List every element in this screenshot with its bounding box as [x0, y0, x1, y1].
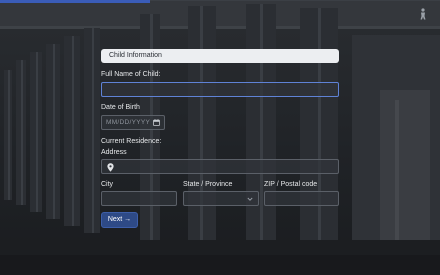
top-progress-bar	[0, 0, 440, 3]
calendar-icon[interactable]	[153, 119, 160, 126]
full-name-label: Full Name of Child:	[101, 71, 161, 78]
background-colonnade-image	[0, 0, 440, 275]
next-button[interactable]: Next →	[101, 212, 138, 228]
dob-label: Date of Birth	[101, 104, 140, 111]
residence-label: Current Residence:	[101, 138, 162, 145]
chevron-down-icon	[247, 197, 253, 201]
progress-track	[150, 0, 440, 1]
full-name-input[interactable]	[101, 82, 339, 97]
city-label: City	[101, 181, 114, 188]
zip-input[interactable]	[264, 191, 339, 206]
address-label: Address	[101, 149, 127, 156]
zip-label: ZIP / Postal code	[264, 181, 318, 188]
dob-placeholder: MM/DD/YYYY	[106, 119, 151, 126]
dob-input[interactable]: MM/DD/YYYY	[101, 115, 165, 130]
city-input[interactable]	[101, 191, 177, 206]
section-title: Child Information	[101, 49, 339, 63]
progress-fill	[0, 0, 150, 3]
map-pin-icon	[107, 163, 114, 172]
state-select[interactable]	[183, 191, 259, 206]
address-input[interactable]	[101, 159, 339, 174]
figure-icon	[420, 8, 426, 20]
state-label: State / Province	[183, 181, 233, 188]
